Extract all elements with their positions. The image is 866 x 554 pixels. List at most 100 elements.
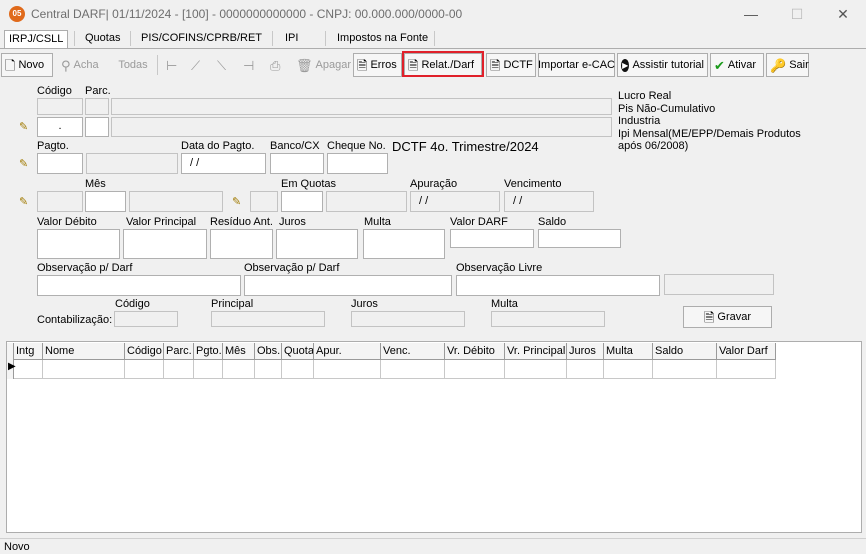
column-header[interactable]: Juros bbox=[567, 343, 604, 360]
contab-label: Contabilização: bbox=[37, 314, 113, 326]
grid-cell[interactable] bbox=[717, 360, 776, 379]
binoculars-icon: ⚲ bbox=[61, 57, 71, 73]
column-header[interactable]: Multa bbox=[604, 343, 653, 360]
importar-ecac-button[interactable]: Importar e-CAC bbox=[538, 53, 615, 77]
residuo-input[interactable] bbox=[210, 229, 273, 259]
parc-input[interactable] bbox=[85, 117, 109, 137]
apagar-button[interactable]: 🗑 Apagar bbox=[292, 53, 351, 77]
obs-darf-input-2[interactable] bbox=[244, 275, 452, 296]
tab-irpj-csll[interactable]: IRPJ/CSLL bbox=[4, 30, 69, 49]
next-record-button[interactable]: ⟍ bbox=[213, 53, 235, 77]
mes-input[interactable] bbox=[85, 191, 126, 212]
status-text: Novo bbox=[4, 541, 30, 553]
grid-cell[interactable] bbox=[314, 360, 381, 379]
grid-cell[interactable] bbox=[604, 360, 653, 379]
column-header[interactable]: Quota bbox=[282, 343, 314, 360]
pencil-icon[interactable]: ✎ bbox=[19, 157, 28, 170]
apuracao-label: Apuração bbox=[410, 178, 458, 190]
grid-cell[interactable] bbox=[505, 360, 567, 379]
saldo-field bbox=[538, 229, 621, 248]
assistir-tutorial-button[interactable]: ▶ Assistir tutorial bbox=[617, 53, 708, 77]
grid-cell[interactable] bbox=[194, 360, 223, 379]
pagto-input[interactable] bbox=[37, 153, 83, 174]
residuo-label: Resíduo Ant. bbox=[210, 216, 273, 228]
grid-cell[interactable] bbox=[164, 360, 194, 379]
column-header[interactable]: Vr. Débito bbox=[445, 343, 505, 360]
grid-cell[interactable] bbox=[445, 360, 505, 379]
pencil-icon[interactable]: ✎ bbox=[232, 195, 241, 208]
todas-button[interactable]: Todas bbox=[112, 53, 154, 77]
grid-cell[interactable] bbox=[653, 360, 717, 379]
column-header[interactable]: Mês bbox=[223, 343, 255, 360]
print-button[interactable]: ⎙ bbox=[266, 53, 288, 77]
acha-button[interactable]: ⚲ Acha bbox=[57, 53, 107, 77]
tab-quotas[interactable]: Quotas bbox=[81, 30, 124, 48]
grid-cell[interactable] bbox=[223, 360, 255, 379]
dctf-label: DCTF bbox=[503, 59, 533, 71]
tab-separator bbox=[325, 31, 326, 46]
grid-cell[interactable] bbox=[282, 360, 314, 379]
cheque-input[interactable] bbox=[327, 153, 388, 174]
maximize-button[interactable]: ☐ bbox=[774, 0, 820, 28]
banco-input[interactable] bbox=[270, 153, 324, 174]
obs-livre-input[interactable] bbox=[456, 275, 660, 296]
em-quotas-label: Em Quotas bbox=[281, 178, 337, 190]
column-header[interactable]: Código bbox=[125, 343, 164, 360]
column-header[interactable]: Apur. bbox=[314, 343, 381, 360]
valor-principal-input[interactable] bbox=[123, 229, 207, 259]
em-quotas-input[interactable] bbox=[281, 191, 323, 212]
grid-cell[interactable] bbox=[43, 360, 125, 379]
column-header[interactable]: Pgto. bbox=[194, 343, 223, 360]
tab-separator bbox=[74, 31, 75, 46]
multa-input[interactable] bbox=[363, 229, 445, 259]
column-header[interactable]: Saldo bbox=[653, 343, 717, 360]
grid-cell[interactable] bbox=[14, 360, 43, 379]
tab-impostos-na-fonte[interactable]: Impostos na Fonte bbox=[333, 30, 432, 48]
column-header[interactable]: Venc. bbox=[381, 343, 445, 360]
status-bar bbox=[0, 538, 866, 554]
column-header[interactable]: Obs. bbox=[255, 343, 282, 360]
sair-button[interactable]: 🔑 Sair bbox=[766, 53, 809, 77]
prior-record-button[interactable]: ⟋ bbox=[187, 53, 209, 77]
codigo-header-field bbox=[37, 98, 83, 115]
novo-button[interactable]: 🗋 Novo bbox=[1, 53, 53, 77]
apagar-label: Apagar bbox=[315, 59, 351, 71]
obs-darf-input-1[interactable] bbox=[37, 275, 241, 296]
contab-juros-label: Juros bbox=[351, 298, 378, 310]
minimize-button[interactable]: — bbox=[728, 0, 774, 28]
data-pagto-input[interactable]: / / bbox=[181, 153, 266, 174]
cheque-label: Cheque No. bbox=[327, 140, 386, 152]
grid-cell[interactable] bbox=[255, 360, 282, 379]
first-arrow-icon: ⊢ bbox=[166, 57, 178, 73]
column-header[interactable]: Vr. Principal bbox=[505, 343, 567, 360]
obs-livre-label: Observação Livre bbox=[456, 262, 543, 274]
ativar-button[interactable]: ✔ Ativar bbox=[710, 53, 764, 77]
play-icon: ▶ bbox=[621, 58, 630, 72]
mes-label: Mês bbox=[85, 178, 106, 190]
grid-cell[interactable] bbox=[125, 360, 164, 379]
first-record-button[interactable]: ⊢ bbox=[162, 53, 184, 77]
valor-debito-input[interactable] bbox=[37, 229, 120, 259]
grid-cell[interactable] bbox=[567, 360, 604, 379]
column-header[interactable]: Parc. bbox=[164, 343, 194, 360]
column-header[interactable]: Nome bbox=[43, 343, 125, 360]
close-button[interactable]: ✕ bbox=[820, 0, 866, 28]
juros-input[interactable] bbox=[276, 229, 358, 259]
valor-darf-label: Valor DARF bbox=[450, 216, 508, 228]
grid-cell[interactable] bbox=[381, 360, 445, 379]
descricao-field bbox=[111, 117, 612, 137]
pencil-icon[interactable]: ✎ bbox=[19, 120, 28, 133]
pencil-icon[interactable]: ✎ bbox=[19, 195, 28, 208]
column-header[interactable]: Intg bbox=[14, 343, 43, 360]
pagto-desc-field bbox=[86, 153, 178, 174]
tab-pis-cofins[interactable]: PIS/COFINS/CPRB/RET bbox=[137, 30, 266, 48]
tab-ipi[interactable]: IPI bbox=[281, 30, 302, 48]
codigo-input[interactable]: . bbox=[37, 117, 83, 137]
contab-multa-field bbox=[491, 311, 605, 327]
column-header[interactable]: Valor Darf bbox=[717, 343, 776, 360]
info-line: Lucro Real bbox=[618, 90, 672, 102]
last-record-button[interactable]: ⊣ bbox=[239, 53, 261, 77]
gravar-button[interactable]: 🗎 Gravar bbox=[683, 306, 772, 328]
dctf-button[interactable]: 🗎 DCTF bbox=[486, 53, 536, 77]
erros-button[interactable]: 🗎 Erros bbox=[353, 53, 402, 77]
